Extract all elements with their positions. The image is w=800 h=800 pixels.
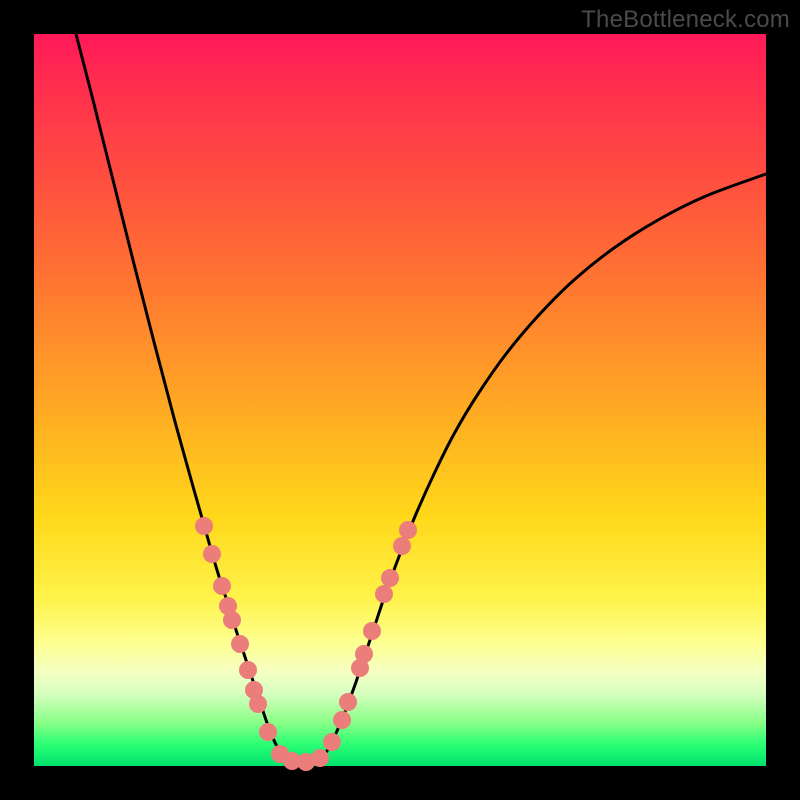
bottleneck-curve xyxy=(76,34,766,762)
curve-marker xyxy=(323,733,341,751)
curve-marker xyxy=(333,711,351,729)
curve-marker xyxy=(399,521,417,539)
curve-marker xyxy=(375,585,393,603)
curve-marker xyxy=(231,635,249,653)
curve-marker xyxy=(195,517,213,535)
curve-marker xyxy=(259,723,277,741)
curve-marker xyxy=(381,569,399,587)
curve-marker xyxy=(249,695,267,713)
curve-svg xyxy=(34,34,766,766)
chart-stage: TheBottleneck.com xyxy=(0,0,800,800)
watermark-text: TheBottleneck.com xyxy=(581,6,790,34)
curve-marker xyxy=(223,611,241,629)
curve-marker xyxy=(363,622,381,640)
curve-marker xyxy=(239,661,257,679)
curve-marker xyxy=(213,577,231,595)
curve-marker xyxy=(203,545,221,563)
plot-area xyxy=(34,34,766,766)
curve-marker xyxy=(311,749,329,767)
curve-marker xyxy=(339,693,357,711)
curve-marker xyxy=(355,645,373,663)
marker-group xyxy=(195,517,417,771)
curve-marker xyxy=(393,537,411,555)
